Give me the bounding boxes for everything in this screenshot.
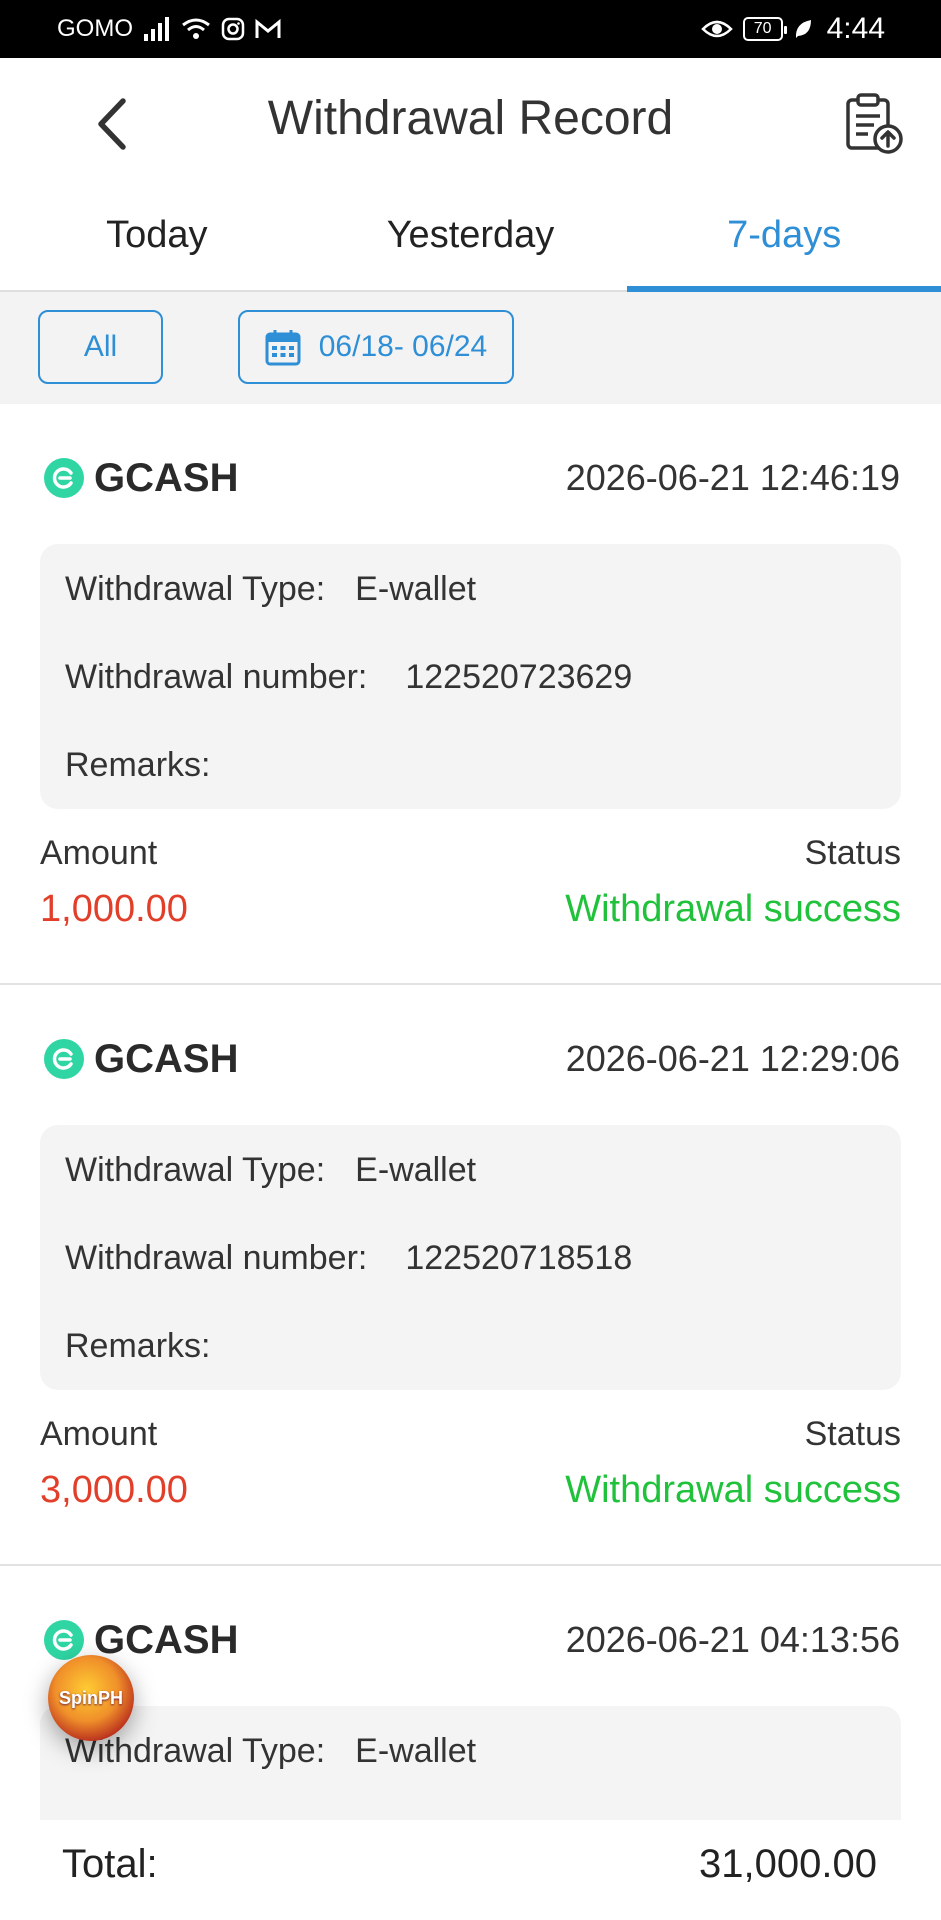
gcash-logo-icon [44,1039,84,1079]
withdrawal-number-label: Withdrawal number: [65,658,368,696]
status-value: Withdrawal success [565,888,901,930]
record-details: Withdrawal Type: E-wallet Withdrawal num… [40,544,901,809]
gcash-logo-icon [44,458,84,498]
record-header: GCASH 2026-06-21 04:13:56 [44,1614,900,1666]
battery-indicator: 70 [742,17,787,41]
withdrawal-type-row: Withdrawal Type: E-wallet [65,1732,476,1771]
withdrawal-number-value: 122520718518 [405,1239,633,1277]
leaf-icon [795,20,811,38]
floating-game-badge[interactable]: SpinPH [48,1655,134,1741]
status-bar-left: GOMO [57,15,281,43]
withdrawal-type-label: Withdrawal Type: [65,1151,326,1189]
wifi-icon [182,18,210,39]
gmail-icon [255,18,281,38]
withdrawal-type-value: E-wallet [355,1732,477,1770]
record-datetime: 2026-06-21 12:46:19 [565,457,900,498]
date-range-label: 06/18- 06/24 [318,330,488,363]
back-button[interactable] [86,94,136,154]
tab-yesterday[interactable]: Yesterday [314,180,628,290]
withdrawal-type-label: Withdrawal Type: [65,570,326,608]
page-title: Withdrawal Record [267,92,674,145]
filter-bar: All 06/18- 06/24 [0,292,941,404]
provider: GCASH [44,1618,238,1663]
export-record-button[interactable] [842,92,906,156]
withdrawal-record-screen: GOMO 70 4:44 Withdrawal Record Today Yes… [0,0,941,1920]
withdrawal-number-row: Withdrawal number: 122520723629 [65,658,632,697]
record-list: GCASH 2026-06-21 12:46:19 Withdrawal Typ… [0,404,941,1846]
record-details: Withdrawal Type: E-wallet Withdrawal num… [40,1125,901,1390]
status-bar: GOMO 70 4:44 [0,0,941,58]
date-tabs: Today Yesterday 7-days [0,180,941,292]
withdrawal-record-card[interactable]: GCASH 2026-06-21 12:29:06 Withdrawal Typ… [0,985,941,1566]
status-value: Withdrawal success [565,1469,901,1511]
withdrawal-type-value: E-wallet [355,570,477,608]
chevron-left-icon [98,98,126,150]
provider-name: GCASH [94,1617,239,1662]
provider-name: GCASH [94,455,239,500]
type-filter-label: All [83,330,118,363]
status-label: Status [804,1415,901,1453]
gcash-logo-icon [44,1620,84,1660]
tab-today[interactable]: Today [0,180,314,290]
withdrawal-number-value: 122520723629 [405,658,633,696]
remarks-row: Remarks: [65,746,210,785]
status-bar-right: 70 4:44 [700,12,885,46]
calendar-icon [265,330,301,366]
remarks-row: Remarks: [65,1327,210,1366]
provider-name: GCASH [94,1036,239,1081]
floating-badge-label: SpinPH [58,1687,123,1708]
withdrawal-number-row: Withdrawal number: 122520718518 [65,1239,632,1278]
amount-value: 3,000.00 [40,1469,188,1511]
provider: GCASH [44,1037,238,1082]
clipboard-upload-icon [846,93,903,154]
eye-icon [700,20,733,38]
provider: GCASH [44,456,238,501]
record-header: GCASH 2026-06-21 12:29:06 [44,1033,900,1085]
remarks-label: Remarks: [65,1327,211,1365]
instagram-icon [221,17,245,41]
carrier-name: GOMO [57,15,133,42]
amount-label: Amount [40,1415,158,1453]
date-range-button[interactable]: 06/18- 06/24 [238,310,514,384]
app-header: Withdrawal Record [0,58,941,180]
record-datetime: 2026-06-21 04:13:56 [565,1619,900,1660]
withdrawal-record-card[interactable]: GCASH 2026-06-21 12:46:19 Withdrawal Typ… [0,404,941,985]
clock-time: 4:44 [826,12,885,45]
withdrawal-type-row: Withdrawal Type: E-wallet [65,1151,476,1190]
type-filter-button[interactable]: All [38,310,163,384]
total-footer: Total: 31,000.00 [0,1820,941,1920]
signal-icon [144,17,169,41]
record-datetime: 2026-06-21 12:29:06 [565,1038,900,1079]
record-header: GCASH 2026-06-21 12:46:19 [44,452,900,504]
amount-label: Amount [40,834,158,872]
amount-value: 1,000.00 [40,888,188,930]
tab-7-days[interactable]: 7-days [627,180,941,292]
withdrawal-record-card[interactable]: GCASH 2026-06-21 04:13:56 Withdrawal Typ… [0,1566,941,1846]
withdrawal-type-row: Withdrawal Type: E-wallet [65,570,476,609]
withdrawal-type-value: E-wallet [355,1151,477,1189]
withdrawal-number-label: Withdrawal number: [65,1239,368,1277]
total-value: 31,000.00 [699,1842,877,1886]
status-label: Status [804,834,901,872]
total-label: Total: [62,1842,158,1886]
remarks-label: Remarks: [65,746,211,784]
